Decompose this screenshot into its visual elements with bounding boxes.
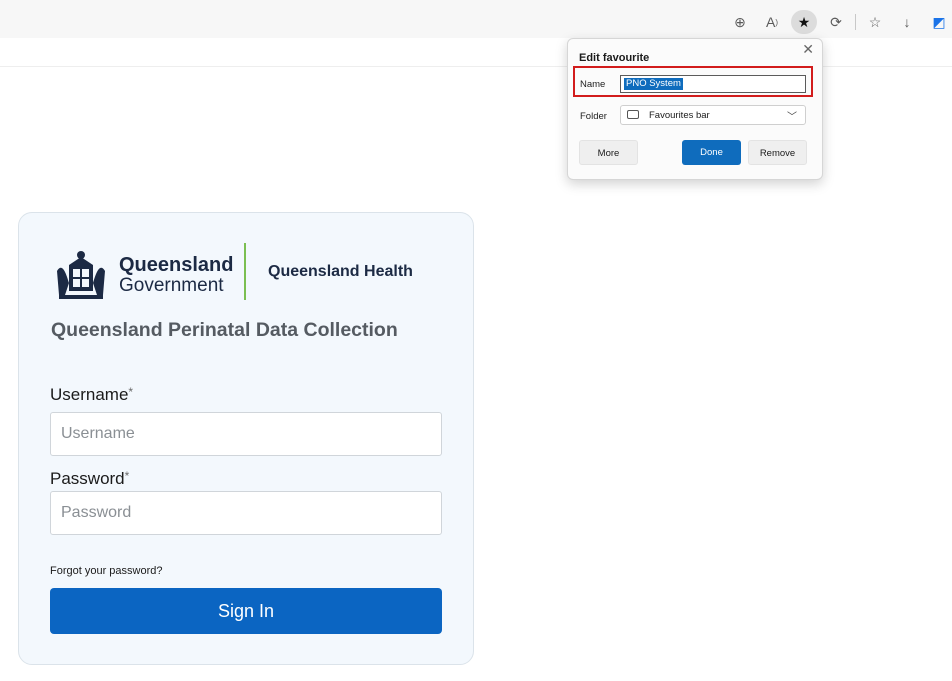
sign-in-button[interactable]: Sign In: [50, 588, 442, 634]
copilot-icon[interactable]: ◩: [926, 10, 952, 34]
done-button[interactable]: Done: [682, 140, 741, 165]
password-input[interactable]: [50, 491, 442, 535]
zoom-icon[interactable]: ⊕: [727, 10, 753, 34]
forgot-password-link[interactable]: Forgot your password?: [50, 565, 163, 577]
name-label: Name: [580, 79, 606, 90]
downloads-icon[interactable]: ↓: [894, 10, 920, 34]
folder-select[interactable]: Favourites bar ﹀: [620, 105, 806, 125]
folder-icon: [627, 110, 639, 119]
name-input-value: PNO System: [624, 78, 683, 90]
popup-title: Edit favourite: [579, 52, 650, 64]
folder-value: Favourites bar: [649, 110, 710, 121]
login-card: Queensland Government Queensland Health …: [18, 212, 474, 665]
close-icon[interactable]: ✕: [802, 41, 814, 58]
government-name: Queensland: [119, 254, 234, 276]
queensland-crest-logo: [57, 251, 105, 299]
password-label: Password*: [50, 469, 129, 489]
username-input[interactable]: [50, 412, 442, 456]
edit-favourite-popup: Edit favourite ✕ Name PNO System Folder …: [567, 38, 823, 180]
queensland-health-name: Queensland Health: [268, 263, 413, 280]
more-button[interactable]: More: [579, 140, 638, 165]
folder-label: Folder: [580, 111, 607, 122]
username-label-text: Username: [50, 385, 129, 404]
username-label: Username*: [50, 385, 133, 405]
page-title: Queensland Perinatal Data Collection: [51, 319, 398, 341]
favourite-star-icon[interactable]: ★: [791, 10, 817, 34]
password-label-text: Password: [50, 469, 125, 488]
required-mark: *: [124, 469, 130, 483]
logo-divider: [244, 243, 246, 300]
government-subtitle: Government: [119, 275, 224, 296]
toolbar-icons: ⊕ A) ★ ⟳ ☆ ↓ ◩: [721, 10, 952, 34]
extensions-icon[interactable]: ⟳: [823, 10, 849, 34]
toolbar-divider: [855, 14, 856, 30]
name-input[interactable]: PNO System: [620, 75, 806, 93]
required-mark: *: [128, 385, 134, 399]
favourites-icon[interactable]: ☆: [862, 10, 888, 34]
browser-toolbar: ⊕ A) ★ ⟳ ☆ ↓ ◩: [0, 0, 952, 39]
remove-button[interactable]: Remove: [748, 140, 807, 165]
read-aloud-icon[interactable]: A): [759, 10, 785, 34]
chevron-down-icon: ﹀: [787, 112, 797, 123]
